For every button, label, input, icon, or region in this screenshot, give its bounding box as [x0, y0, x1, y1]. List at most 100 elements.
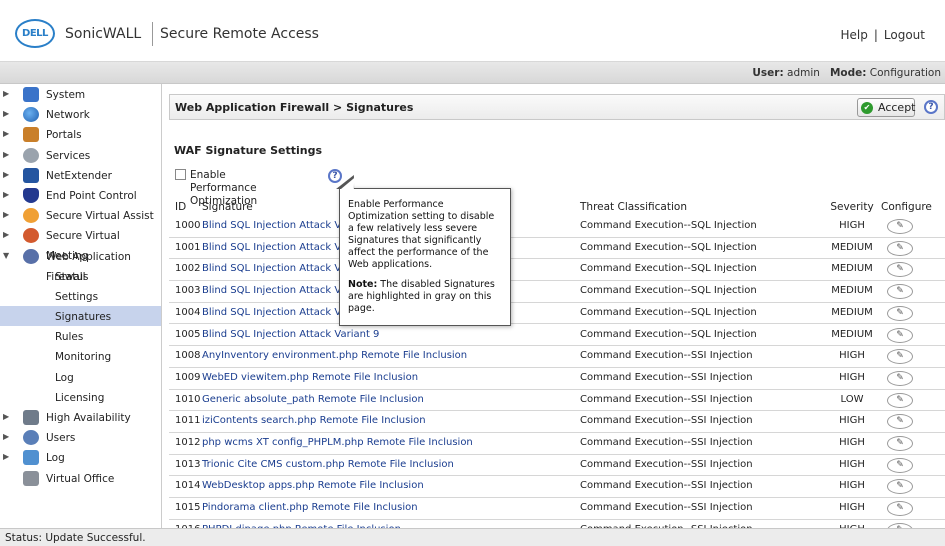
- table-row: 1015 Pindorama client.php Remote File Inc…: [169, 498, 945, 520]
- expand-arrow-icon[interactable]: ▶: [3, 165, 9, 185]
- sidebar-item-status[interactable]: Status: [0, 266, 161, 286]
- expand-arrow-icon[interactable]: ▶: [3, 205, 9, 225]
- expand-arrow-icon[interactable]: ▶: [3, 124, 9, 144]
- threat-classification: Command Execution--SQL Injection: [580, 263, 757, 275]
- sidebar-item-settings[interactable]: Settings: [0, 286, 161, 306]
- shield-icon: [23, 187, 39, 203]
- table-row: 1000 Blind SQL Injection Attack Variant Co…: [169, 216, 945, 238]
- sidebar-item-high-availability[interactable]: ▶ High Availability: [0, 407, 161, 427]
- sidebar-item-secure-virtual-meeting[interactable]: ▶ Secure Virtual Meeting: [0, 225, 161, 262]
- header-links: Help | Logout: [841, 28, 926, 42]
- signature-link[interactable]: Generic absolute_path Remote File Inclus…: [202, 394, 424, 405]
- main-content: Web Application Firewall > Signatures ✔ …: [163, 84, 945, 528]
- signature-link[interactable]: php wcms XT config_PHPLM.php Remote File…: [202, 437, 473, 448]
- performance-optimization-checkbox[interactable]: [175, 169, 186, 180]
- configure-pencil-icon[interactable]: ✎: [887, 370, 913, 386]
- expand-arrow-icon[interactable]: ▶: [3, 84, 9, 104]
- sidebar-item-web-application-firewall[interactable]: ▼ Web Application Firewall: [0, 246, 161, 283]
- configure-pencil-icon[interactable]: ✎: [887, 436, 913, 451]
- severity: HIGH: [839, 415, 865, 427]
- meeting-people-icon: [23, 228, 39, 244]
- row-id: 1012: [175, 437, 201, 448]
- sidebar-item-licensing[interactable]: Licensing: [0, 387, 161, 407]
- table-row: 1004 Blind SQL Injection Attack Variant Co…: [169, 303, 945, 325]
- threat-classification: Command Execution--SSI Injection: [580, 502, 753, 514]
- signature-link[interactable]: WebDesktop apps.php Remote File Inclusio…: [202, 480, 424, 491]
- sidebar-item-network[interactable]: ▶ Network: [0, 104, 161, 124]
- sidebar-item-netextender[interactable]: ▶ NetExtender: [0, 165, 161, 185]
- signature-link[interactable]: WebED viewitem.php Remote File Inclusion: [202, 372, 418, 383]
- row-id: 1013: [175, 458, 201, 470]
- expand-arrow-icon[interactable]: ▶: [3, 225, 9, 245]
- brand-name: SonicWALL: [65, 26, 142, 42]
- breadcrumb-bar: Web Application Firewall > Signatures ✔ …: [169, 94, 945, 120]
- expand-arrow-icon[interactable]: ▶: [3, 407, 9, 427]
- firewall-globe-icon: [23, 248, 39, 264]
- sidebar-item-services[interactable]: ▶ Services: [0, 145, 161, 165]
- expand-arrow-icon[interactable]: ▶: [3, 145, 9, 165]
- configure-pencil-icon[interactable]: ✎: [887, 457, 913, 473]
- signature-link[interactable]: Blind SQL Injection Attack Variant 9: [202, 329, 379, 340]
- app-header: DELL SonicWALL Secure Remote Access Help…: [0, 0, 945, 62]
- expand-arrow-icon[interactable]: ▶: [3, 104, 9, 124]
- mode-label: Mode:: [829, 67, 867, 79]
- row-id: 1003: [175, 285, 201, 297]
- col-id-header: ID: [175, 201, 187, 213]
- table-row: 1002 Blind SQL Injection Attack Variant Co…: [169, 259, 945, 282]
- sidebar-item-label: Licensing: [55, 391, 105, 404]
- brand-divider: [152, 22, 153, 46]
- expand-arrow-icon[interactable]: ▶: [3, 185, 9, 205]
- table-row: 1013 Trionic Cite CMS custom.php Remote F…: [169, 455, 945, 477]
- threat-classification: Command Execution--SQL Injection: [580, 306, 757, 318]
- signature-link[interactable]: Trionic Cite CMS custom.php Remote File …: [202, 459, 454, 470]
- col-threat-header: Threat Classification: [580, 201, 687, 213]
- table-row: 1009 WebED viewitem.php Remote File Inclu…: [169, 368, 945, 390]
- sidebar-item-log-sub[interactable]: Log: [0, 367, 161, 387]
- signature-link[interactable]: iziContents search.php Remote File Inclu…: [202, 415, 426, 426]
- configure-pencil-icon[interactable]: ✎: [887, 327, 913, 343]
- configure-pencil-icon[interactable]: ✎: [887, 501, 913, 517]
- product-name: Secure Remote Access: [160, 26, 319, 42]
- expand-arrow-icon[interactable]: ▶: [3, 447, 9, 467]
- threat-classification: Command Execution--SQL Injection: [580, 220, 757, 231]
- row-id: 1008: [175, 350, 201, 362]
- sidebar-item-virtual-office[interactable]: Virtual Office: [0, 468, 161, 488]
- tooltip-note: Note: The disabled Signatures are highli…: [348, 279, 502, 315]
- sidebar-item-system[interactable]: ▶ System: [0, 84, 161, 104]
- signature-link[interactable]: Pindorama client.php Remote File Inclusi…: [202, 502, 418, 513]
- sidebar-item-rules[interactable]: Rules: [0, 326, 161, 346]
- threat-classification: Command Execution--SSI Injection: [580, 458, 753, 470]
- signature-link[interactable]: AnyInventory environment.php Remote File…: [202, 350, 467, 361]
- threat-classification: Command Execution--SSI Injection: [580, 415, 753, 427]
- threat-classification: Command Execution--SSI Injection: [580, 393, 753, 405]
- configure-pencil-icon[interactable]: ✎: [887, 479, 913, 495]
- help-icon[interactable]: ?: [328, 169, 342, 183]
- configure-pencil-icon[interactable]: ✎: [887, 284, 913, 300]
- configure-pencil-icon[interactable]: ✎: [887, 414, 913, 430]
- configure-pencil-icon[interactable]: ✎: [887, 305, 913, 321]
- configure-pencil-icon[interactable]: ✎: [887, 349, 913, 365]
- help-icon[interactable]: ?: [924, 100, 938, 114]
- sidebar-item-users[interactable]: ▶ Users: [0, 427, 161, 447]
- configure-pencil-icon[interactable]: ✎: [887, 392, 913, 408]
- sidebar-item-log[interactable]: ▶ Log: [0, 447, 161, 467]
- logout-link[interactable]: Logout: [884, 28, 925, 42]
- sidebar-item-monitoring[interactable]: Monitoring: [0, 346, 161, 366]
- sidebar-item-portals[interactable]: ▶ Portals: [0, 124, 161, 144]
- table-row: 1005 Blind SQL Injection Attack Variant 9…: [169, 325, 945, 347]
- accept-button[interactable]: ✔ Accept: [857, 98, 916, 117]
- configure-pencil-icon[interactable]: ✎: [887, 219, 913, 234]
- threat-classification: Command Execution--SSI Injection: [580, 437, 753, 448]
- row-id: 1015: [175, 502, 201, 514]
- help-link[interactable]: Help: [841, 28, 868, 42]
- sidebar-item-secure-virtual-assist[interactable]: ▶ Secure Virtual Assist: [0, 205, 161, 225]
- configure-pencil-icon[interactable]: ✎: [887, 262, 913, 278]
- configure-pencil-icon[interactable]: ✎: [887, 240, 913, 256]
- expand-arrow-icon[interactable]: ▶: [3, 427, 9, 447]
- threat-classification: Command Execution--SQL Injection: [580, 241, 757, 253]
- sidebar-item-end-point-control[interactable]: ▶ End Point Control: [0, 185, 161, 205]
- table-row: 1003 Blind SQL Injection Attack Variant Co…: [169, 281, 945, 303]
- collapse-arrow-icon[interactable]: ▼: [3, 246, 9, 266]
- row-id: 1000: [175, 220, 201, 231]
- sidebar-item-signatures[interactable]: Signatures: [0, 306, 161, 327]
